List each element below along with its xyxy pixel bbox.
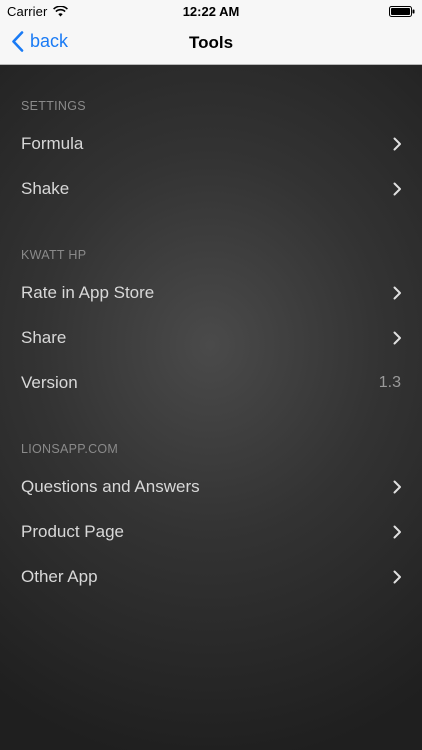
chevron-right-icon [393, 525, 401, 539]
chevron-right-icon [393, 137, 401, 151]
row-label: Share [21, 328, 67, 347]
row-label: Rate in App Store [21, 283, 155, 302]
page-title: Tools [188, 33, 234, 52]
section-header-settings: SETTINGS [21, 99, 86, 113]
row-label: Formula [21, 134, 84, 153]
chevron-right-icon [393, 331, 401, 345]
navigation-bar: back Tools [0, 22, 422, 65]
row-label: Shake [21, 179, 70, 198]
section-header-lionsapp: LIONSAPP.COM [21, 442, 119, 456]
chevron-right-icon [393, 286, 401, 300]
row-label: Questions and Answers [21, 477, 200, 496]
row-shake[interactable]: Shake [0, 167, 422, 211]
row-label: Other App [21, 567, 98, 586]
row-formula[interactable]: Formula [0, 122, 422, 166]
row-rate-in-app-store[interactable]: Rate in App Store [0, 271, 422, 315]
battery-icon [389, 6, 415, 17]
row-questions-and-answers[interactable]: Questions and Answers [0, 465, 422, 509]
row-product-page[interactable]: Product Page [0, 510, 422, 554]
row-share[interactable]: Share [0, 316, 422, 360]
row-version: Version 1.3 [0, 361, 422, 405]
status-bar: Carrier 12:22 AM [0, 0, 422, 22]
chevron-right-icon [393, 570, 401, 584]
row-label: Product Page [21, 522, 125, 541]
version-value: 1.3 [378, 374, 401, 391]
chevron-right-icon [393, 182, 401, 196]
top-bar: Carrier 12:22 AM back Tools [0, 0, 422, 65]
chevron-right-icon [393, 480, 401, 494]
row-label: Version [21, 373, 78, 392]
row-other-app[interactable]: Other App [0, 555, 422, 599]
section-header-kwatt-hp: KWATT HP [21, 248, 87, 262]
settings-table: SETTINGS Formula Shake KWATT HP Rate in … [0, 65, 422, 750]
status-time: 12:22 AM [182, 4, 240, 19]
